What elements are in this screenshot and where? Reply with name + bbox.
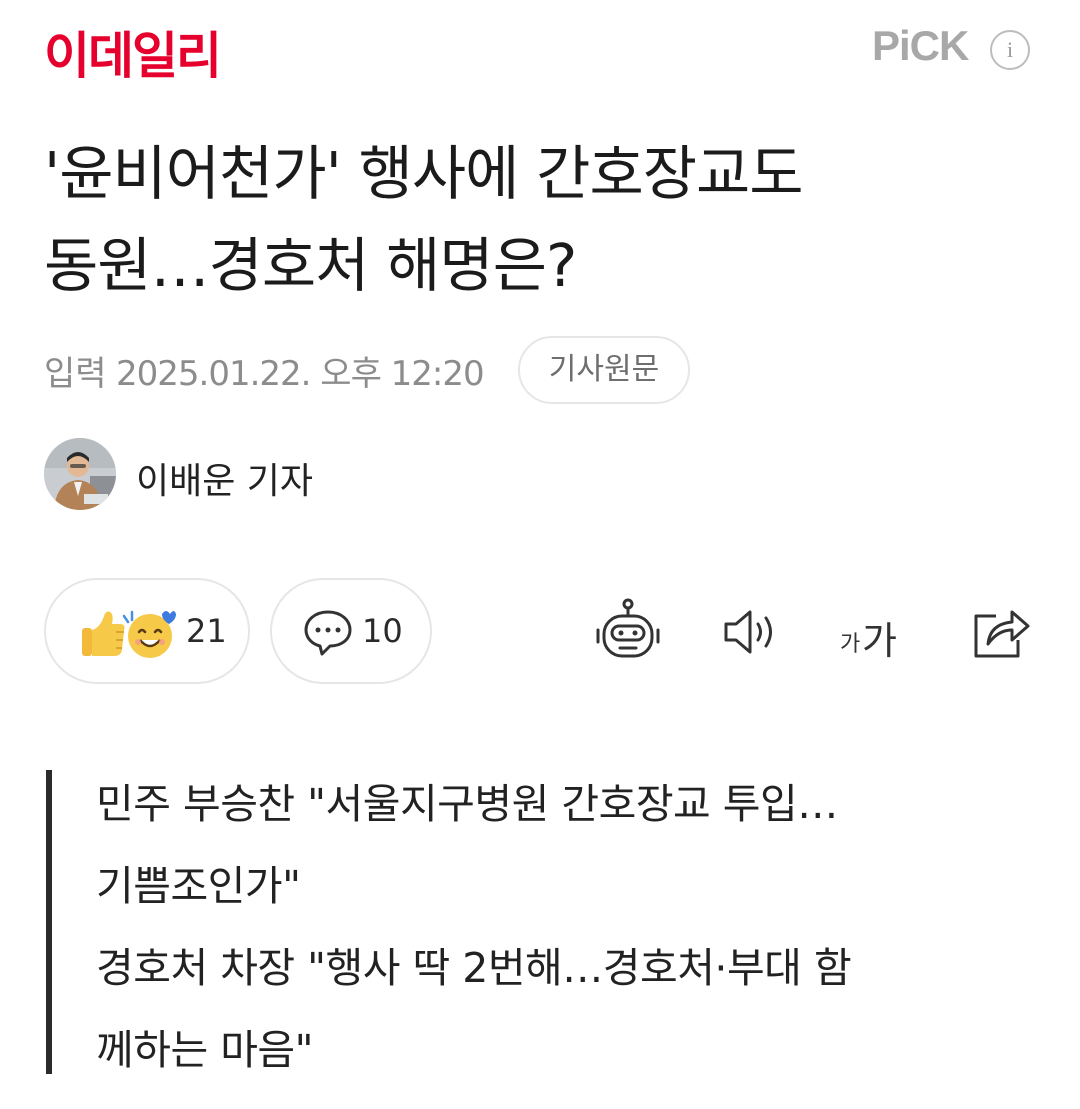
- comment-button[interactable]: 10: [270, 578, 432, 684]
- reaction-emoji-icon: [82, 610, 176, 658]
- info-icon[interactable]: i: [990, 30, 1030, 70]
- original-article-button[interactable]: 기사원문: [518, 336, 690, 404]
- reporter-name[interactable]: 이배운 기자: [136, 452, 313, 504]
- text-to-speech-button[interactable]: [716, 596, 788, 668]
- font-size-large-label: 가: [862, 619, 897, 663]
- share-button[interactable]: [966, 596, 1038, 668]
- reporter-info[interactable]: 이배운 기자: [44, 438, 544, 510]
- reaction-button[interactable]: 21: [44, 578, 250, 684]
- avatar-image: [44, 438, 116, 510]
- press-logo[interactable]: 이데일리: [44, 16, 222, 88]
- summary-line: 께하는 마음": [96, 1026, 314, 1074]
- robot-summary-button[interactable]: [592, 596, 664, 668]
- article-summary: 민주 부승찬 "서울지구병원 간호장교 투입… 기쁨조인가" 경호처 차장 "행…: [46, 770, 1042, 1074]
- article-meta: 입력 2025.01.22. 오후 12:20 기사원문: [44, 336, 744, 406]
- article-title: '윤비어천가' 행사에 간호장교도 동원…경호처 해명은?: [44, 128, 1044, 312]
- font-size-button[interactable]: 가 가: [836, 596, 908, 668]
- summary-line: 경호처 차장 "행사 딱 2번해…경호처·부대 함: [96, 944, 852, 992]
- font-size-small-label: 가: [840, 632, 861, 657]
- pick-label: PiCK: [872, 22, 969, 69]
- summary-line: 민주 부승찬 "서울지구병원 간호장교 투입…: [96, 780, 838, 828]
- comment-icon: [304, 610, 352, 656]
- robot-summary-icon: [596, 598, 660, 658]
- font-size-icon: 가 가: [836, 596, 908, 668]
- speaker-icon: [724, 610, 772, 654]
- share-icon: [974, 610, 1030, 658]
- reporter-avatar[interactable]: [44, 438, 116, 510]
- header-bar: 이데일리 PiCK i: [0, 0, 1080, 100]
- comment-count: 10: [362, 612, 403, 650]
- date-label: 입력: [44, 354, 107, 394]
- summary-line: 기쁨조인가": [96, 862, 301, 910]
- article-title-line-1: '윤비어천가' 행사에 간호장교도: [44, 139, 804, 208]
- article-title-line-2: 동원…경호처 해명은?: [44, 231, 577, 300]
- published-date: 2025.01.22. 오후 12:20: [116, 354, 485, 394]
- reaction-count: 21: [186, 612, 227, 650]
